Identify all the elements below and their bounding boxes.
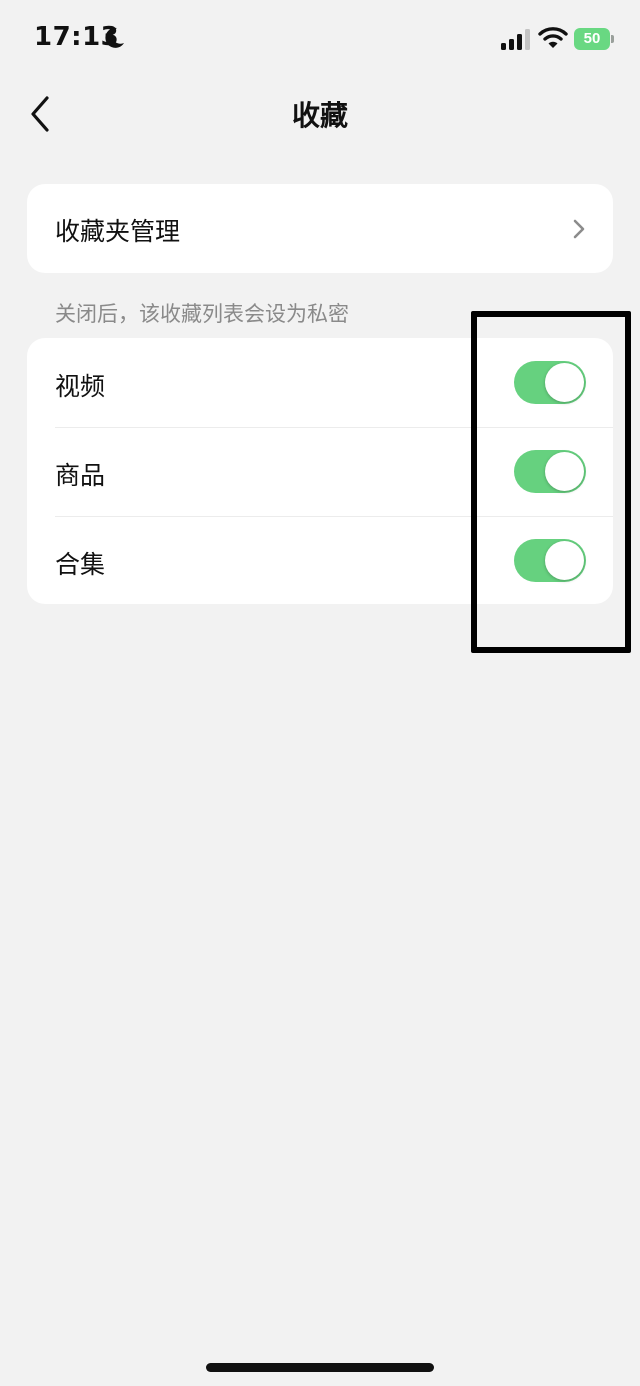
toggle-switch-videos[interactable] xyxy=(514,361,586,404)
wifi-icon xyxy=(538,27,568,48)
folder-management-row[interactable]: 收藏夹管理 xyxy=(27,184,613,273)
toggle-label-collections: 合集 xyxy=(55,550,106,579)
switch-knob xyxy=(545,541,584,580)
toggle-row-products: 商品 xyxy=(27,427,613,516)
toggle-row-videos: 视频 xyxy=(27,338,613,427)
toggle-switch-collections[interactable] xyxy=(514,539,586,582)
switch-knob xyxy=(545,363,584,402)
status-bar: 17:13 50 xyxy=(0,0,640,80)
toggle-label-videos: 视频 xyxy=(55,372,106,401)
folder-management-label: 收藏夹管理 xyxy=(55,217,181,246)
battery-indicator: 50 xyxy=(574,28,614,50)
home-indicator[interactable] xyxy=(206,1363,434,1372)
battery-cap xyxy=(611,35,614,43)
toggle-label-products: 商品 xyxy=(55,461,106,490)
chevron-right-icon xyxy=(573,219,585,239)
battery-level: 50 xyxy=(574,28,610,50)
switch-knob xyxy=(545,452,584,491)
page-title: 收藏 xyxy=(291,99,348,132)
toggle-switch-products[interactable] xyxy=(514,450,586,493)
visibility-toggle-list: 视频 商品 合集 xyxy=(27,338,613,604)
privacy-note: 关闭后，该收藏列表会设为私密 xyxy=(55,302,349,326)
toggle-row-collections: 合集 xyxy=(27,516,613,605)
navigation-bar: 收藏 xyxy=(0,80,640,148)
cellular-signal-icon xyxy=(501,29,530,50)
moon-icon xyxy=(105,27,124,48)
